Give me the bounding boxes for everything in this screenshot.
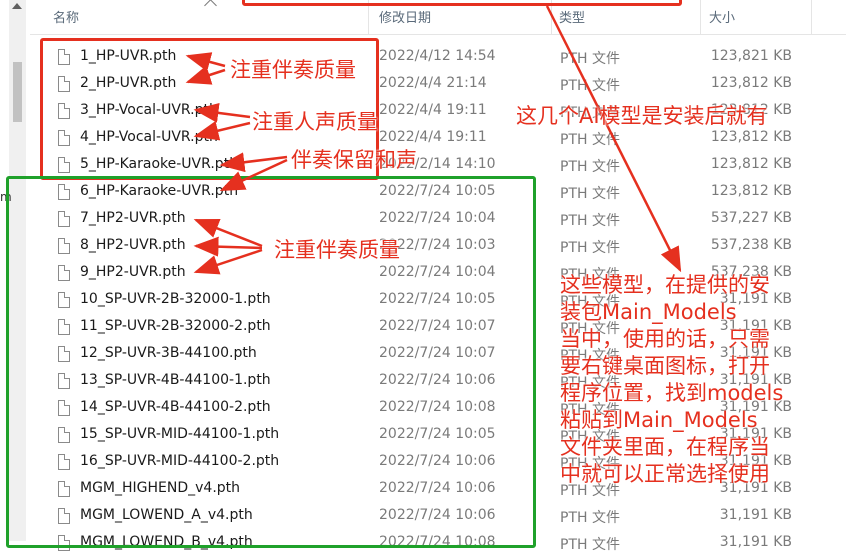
file-date: 2022/4/4 21:14 xyxy=(379,75,487,91)
file-date: 2022/4/4 19:11 xyxy=(379,129,487,145)
file-size: 123,812 KB xyxy=(710,129,792,145)
column-divider[interactable] xyxy=(811,0,812,34)
annotation-label: 注重伴奏质量 xyxy=(230,58,356,82)
file-type: PTH 文件 xyxy=(560,510,620,526)
scrollbar-thumb[interactable] xyxy=(13,62,22,122)
note-line: 装包Main_Models xyxy=(560,300,737,324)
file-date: 2022/4/4 19:11 xyxy=(379,102,487,118)
file-size: 123,812 KB xyxy=(710,75,792,91)
file-size: 31,191 KB xyxy=(719,534,792,550)
file-type: PTH 文件 xyxy=(560,213,620,229)
file-type: PTH 文件 xyxy=(560,186,620,202)
file-type: PTH 文件 xyxy=(560,51,620,67)
annotation-label: 注重人声质量 xyxy=(252,110,378,134)
file-size: 537,238 KB xyxy=(710,237,792,253)
annotation-note: 这些模型，在提供的安 装包Main_Models 当中，使用的话，只需 要右键桌… xyxy=(560,272,840,488)
file-size: 31,191 KB xyxy=(719,507,792,523)
note-line: 要右键桌面图标，打开 xyxy=(560,354,770,378)
note-line: 文件夹里面，在程序当 xyxy=(560,435,770,459)
file-size: 537,227 KB xyxy=(710,210,792,226)
file-type: PTH 文件 xyxy=(560,240,620,256)
file-type: PTH 文件 xyxy=(560,159,620,175)
scroll-up-arrow-icon[interactable] xyxy=(12,3,22,9)
note-line: 程序位置，找到models xyxy=(560,381,784,405)
file-size: 123,812 KB xyxy=(710,156,792,172)
note-line: 当中，使用的话，只需 xyxy=(560,327,770,351)
file-type: PTH 文件 xyxy=(560,132,620,148)
file-size: 123,812 KB xyxy=(710,183,792,199)
annotation-green-box xyxy=(6,176,536,548)
annotation-label: 这几个AI模型是安装后就有 xyxy=(516,104,768,128)
annotation-label: 注重伴奏质量 xyxy=(274,238,400,262)
file-type: PTH 文件 xyxy=(560,78,620,94)
file-date: 2022/4/12 14:54 xyxy=(379,48,496,64)
note-line: 中就可以正常选择使用 xyxy=(560,462,770,486)
note-line: 粘贴到Main_Models xyxy=(560,408,758,432)
annotation-label: 伴奏保留和声 xyxy=(291,148,417,172)
column-header-size[interactable]: 大小 xyxy=(701,0,811,34)
file-size: 123,821 KB xyxy=(710,48,792,64)
annotation-top-red-box xyxy=(242,0,682,6)
file-type: PTH 文件 xyxy=(560,537,620,553)
note-line: 这些模型，在提供的安 xyxy=(560,273,770,297)
